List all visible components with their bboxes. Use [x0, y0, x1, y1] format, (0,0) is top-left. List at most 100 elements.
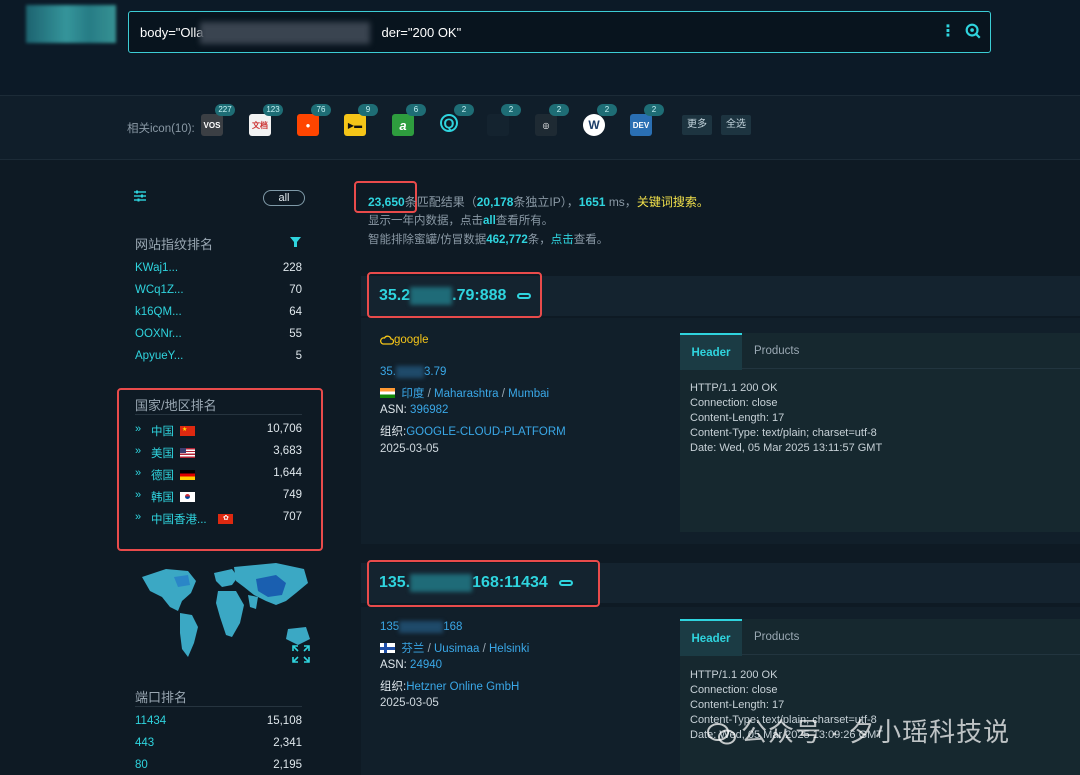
icon-count-badge: 2 [597, 104, 617, 116]
rank-label: 443 [135, 737, 155, 749]
city-link[interactable]: Helsinki [489, 643, 529, 655]
header-tabs: Header Products [680, 619, 1080, 656]
world-map[interactable] [136, 553, 316, 665]
fingerprint-rank-item[interactable]: k16QM... 64 [135, 306, 302, 322]
header-tabs: Header Products [680, 333, 1080, 370]
results-stats: 23,650条匹配结果（20,178条独立IP），1651 ms，关键词搜索。 [368, 195, 709, 209]
asn-link[interactable]: 24940 [410, 659, 442, 671]
logo[interactable] [26, 5, 116, 43]
related-icons-label: 相关icon(10): [127, 123, 195, 135]
result-ip-link[interactable]: 135. 168:11434 [379, 574, 573, 592]
ip-address-link[interactable]: 135 168 [380, 621, 462, 633]
icon-count-badge: 2 [454, 104, 474, 116]
icon-badge-wrap: 2 [630, 104, 664, 136]
expand-map-icon[interactable] [292, 645, 310, 663]
asn-row: ASN: 24940 [380, 659, 443, 671]
search-icon[interactable] [964, 22, 982, 40]
country-rank-title: 国家/地区排名 [135, 398, 217, 413]
port-rank-title: 端口排名 [135, 690, 188, 705]
icon-badge-wrap: 2 [535, 104, 569, 136]
country-link[interactable]: 芬兰 [401, 643, 424, 655]
icon-badge-wrap: 2 [440, 104, 474, 136]
result-count: 23,650 [368, 195, 405, 209]
result-ip-link[interactable]: 35.2.79:888 [379, 287, 532, 305]
header-panel: Header Products HTTP/1.1 200 OK Connecti… [680, 333, 1080, 532]
all-toggle[interactable]: all [263, 190, 305, 206]
cloud-icon [380, 335, 395, 345]
rank-count: 707 [282, 511, 302, 523]
rank-count: 1,644 [273, 467, 302, 479]
country-rank-item[interactable]: » 德国 1,644 [135, 467, 302, 483]
wechat-icon [707, 723, 736, 745]
year-data-notice: 显示一年内数据，点击all查看所有。 [368, 215, 554, 227]
keyword-search-link[interactable]: 关键词搜索。 [637, 195, 709, 209]
ip-address-link[interactable]: 35. 3.79 [380, 366, 446, 378]
org-row: 组织:Hetzner Online GmbH [380, 681, 520, 693]
tab-header[interactable]: Header [680, 619, 742, 656]
select-all-button[interactable]: 全选 [721, 115, 751, 135]
http-header-text: HTTP/1.1 200 OK Connection: close Conten… [690, 382, 883, 454]
more-button[interactable]: 更多 [682, 115, 712, 135]
tab-products[interactable]: Products [754, 619, 799, 655]
fingerprint-rank-item[interactable]: KWaj1... 228 [135, 262, 302, 278]
city-link[interactable]: Mumbai [508, 388, 549, 400]
copy-link-icon[interactable] [517, 293, 532, 299]
rank-label: KWaj1... [135, 262, 179, 274]
china-flag-icon: ★ [180, 426, 195, 436]
country-rank-item[interactable]: » 美国 3,683 [135, 445, 302, 461]
asn-link[interactable]: 396982 [410, 404, 448, 416]
rank-label: 韩国 [151, 492, 174, 504]
search-redaction [200, 22, 370, 44]
tab-header[interactable]: Header [680, 333, 742, 370]
fingerprint-rank-item[interactable]: OOXNr... 55 [135, 328, 302, 344]
filter-settings-icon[interactable] [133, 189, 147, 203]
icon-badge-wrap: 6 [392, 104, 426, 136]
rank-count: 749 [282, 489, 302, 501]
region-link[interactable]: Maharashtra [434, 388, 499, 400]
copy-link-icon[interactable] [558, 580, 573, 586]
scan-date: 2025-03-05 [380, 697, 439, 709]
fingerprint-rank-item[interactable]: WCq1Z... 70 [135, 284, 302, 300]
fingerprint-rank-item[interactable]: ApyueY... 5 [135, 350, 302, 366]
country-link[interactable]: 印度 [401, 388, 424, 400]
icon-badge-wrap: 76 [297, 104, 331, 136]
chevron-right-icon: » [135, 467, 142, 479]
sort-icon[interactable] [290, 237, 301, 247]
chevron-right-icon: » [135, 511, 142, 523]
location: 芬兰 / Uusimaa / Helsinki [380, 640, 529, 656]
divider [135, 414, 302, 415]
rank-label: ApyueY... [135, 350, 184, 362]
finland-flag-icon [380, 643, 395, 653]
all-link[interactable]: all [483, 215, 496, 227]
region-link[interactable]: Uusimaa [434, 643, 479, 655]
ports-rank-item[interactable]: 11434 15,108 [135, 715, 302, 731]
country-rank-item[interactable]: » 韩国 749 [135, 489, 302, 505]
chevron-right-icon: » [135, 423, 142, 435]
rank-count: 15,108 [266, 715, 302, 727]
ports-rank-item[interactable]: 80 2,195 [135, 759, 302, 775]
tab-products[interactable]: Products [754, 333, 799, 369]
rank-label: 11434 [135, 715, 167, 727]
query-time: 1651 [578, 195, 606, 209]
country-rank-item[interactable]: » 中国 10,706 [135, 423, 302, 439]
rank-count: 10,706 [266, 423, 302, 435]
rank-count: 64 [289, 306, 302, 318]
korea-flag-icon [180, 492, 195, 502]
rank-label: 中国香港... [151, 514, 207, 526]
divider [135, 706, 302, 707]
org-link[interactable]: Hetzner Online GmbH [406, 681, 519, 693]
rank-count: 70 [289, 284, 302, 296]
icon-count-badge: 2 [644, 104, 664, 116]
org-link[interactable]: GOOGLE-CLOUD-PLATFORM [406, 426, 566, 438]
view-honeypot-link[interactable]: 点击 [551, 234, 574, 246]
honeypot-notice: 智能排除蜜罐/仿冒数据462,772条，点击查看。 [368, 234, 609, 246]
usa-flag-icon [180, 448, 195, 458]
rank-count: 2,195 [273, 759, 302, 771]
related-icons-bar: 相关icon(10): VOS 227 文档 123 ● 76 ▶▬ 9 a 6 Q 2 2 ◎ 2 W 2 DE… [0, 96, 1080, 160]
location: 印度 / Maharashtra / Mumbai [380, 385, 549, 401]
rank-label: 美国 [151, 448, 174, 460]
ports-rank-item[interactable]: 443 2,341 [135, 737, 302, 753]
unique-ip-count: 20,178 [476, 195, 514, 209]
more-options-icon[interactable]: ⋮ [940, 23, 956, 41]
search-box[interactable]: body="Olla der="200 OK" ⋮ [128, 11, 991, 53]
